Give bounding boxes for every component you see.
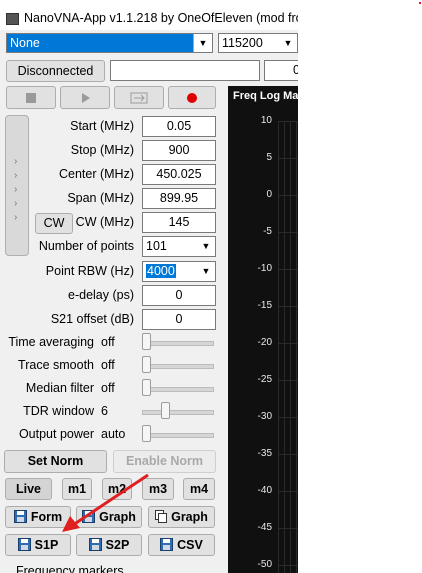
annotation-arrow — [62, 473, 149, 532]
red-dot — [419, 2, 421, 4]
